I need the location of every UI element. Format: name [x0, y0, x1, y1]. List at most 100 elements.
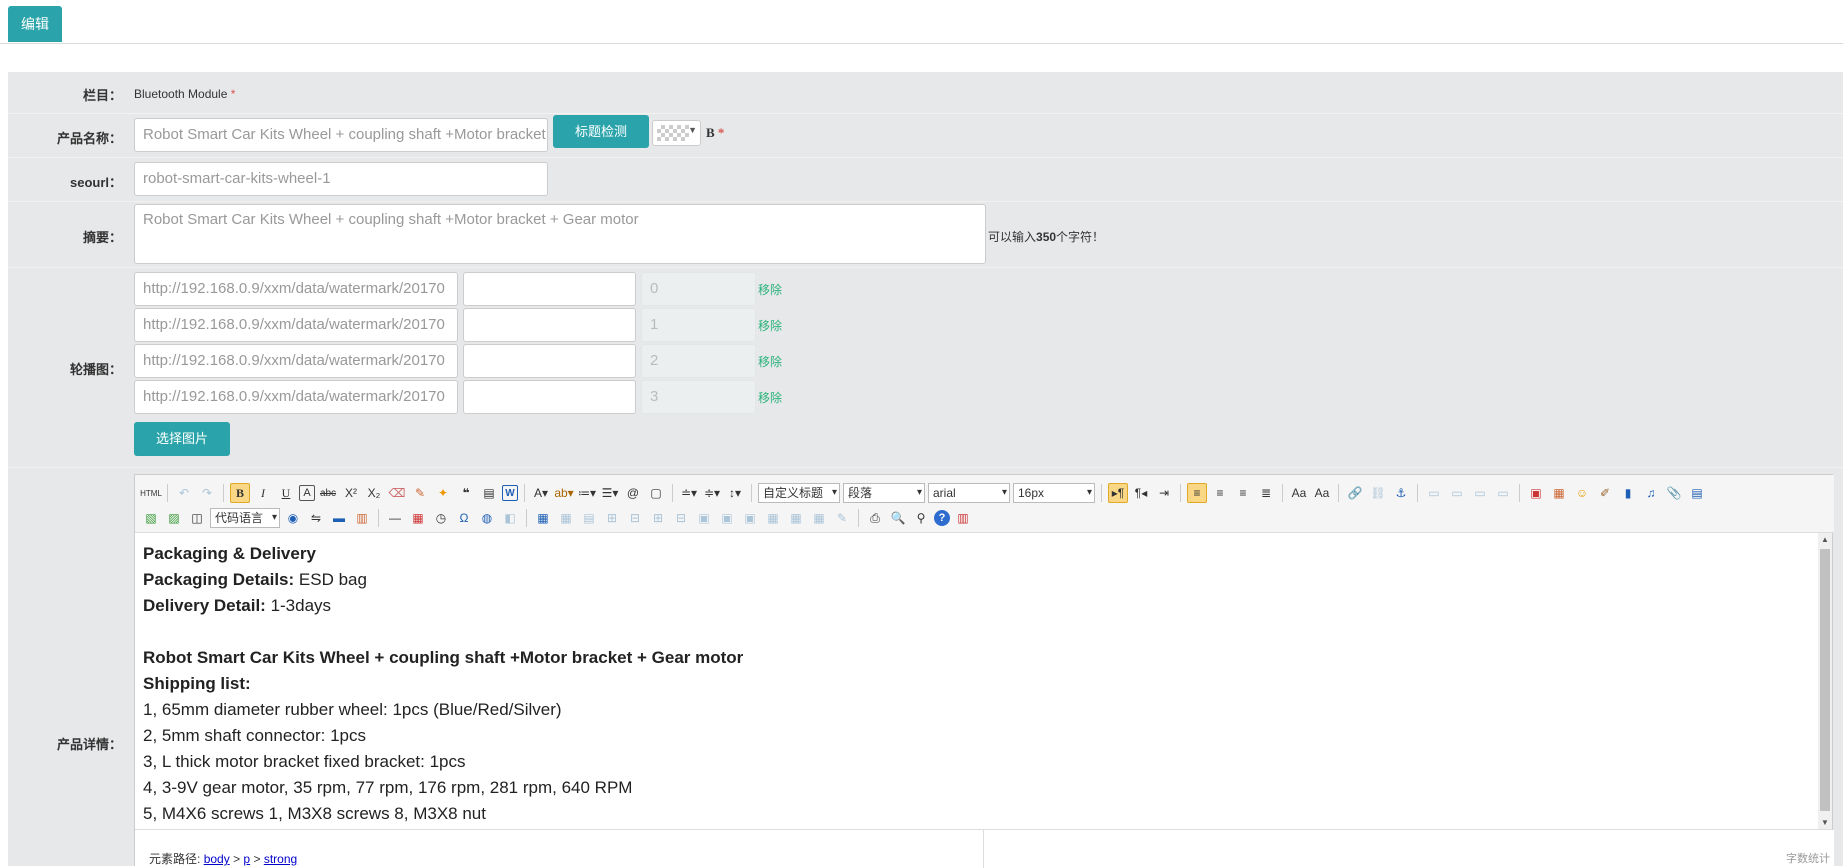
align-center-icon[interactable]: ≡ — [1210, 483, 1230, 503]
page-break-2-icon[interactable]: ⇋ — [306, 508, 326, 528]
link-icon[interactable]: 🔗 — [1345, 483, 1365, 503]
carousel-url-input[interactable]: http://192.168.0.9/xxm/data/watermark/20… — [134, 344, 458, 378]
word-image-icon[interactable]: W — [502, 485, 518, 501]
align-left-icon[interactable]: ≡ — [1187, 483, 1207, 503]
music-icon[interactable]: ♫ — [1641, 483, 1661, 503]
split-cells-icon[interactable]: ▦ — [763, 508, 783, 528]
background-color-icon[interactable]: ab▾ — [554, 483, 574, 503]
paragraph-select[interactable]: 段落 — [843, 483, 925, 503]
delete-table-icon[interactable]: ▦ — [556, 508, 576, 528]
title-color-picker[interactable]: ▼ — [652, 120, 701, 146]
insert-code-icon[interactable]: ▨ — [164, 508, 184, 528]
blockquote-icon[interactable]: ❝ — [456, 483, 476, 503]
path-link-p[interactable]: p — [243, 852, 250, 866]
merge-right-icon[interactable]: ▣ — [717, 508, 737, 528]
map-icon[interactable]: ▤ — [1687, 483, 1707, 503]
underline-icon[interactable]: U — [276, 483, 296, 503]
row-spacing-bottom-icon[interactable]: ≑▾ — [702, 483, 722, 503]
uppercase-icon[interactable]: Aa — [1289, 483, 1309, 503]
font-size-select[interactable]: 16px — [1013, 483, 1095, 503]
product-name-input[interactable]: Robot Smart Car Kits Wheel + coupling sh… — [134, 118, 548, 152]
scroll-up-icon[interactable]: ▲ — [1821, 535, 1829, 544]
merge-cells-icon[interactable]: ▣ — [694, 508, 714, 528]
background-icon[interactable]: ▬ — [329, 508, 349, 528]
title-bold-toggle[interactable]: B * — [706, 125, 724, 141]
video-icon[interactable]: ▮ — [1618, 483, 1638, 503]
ltr-direction-icon[interactable]: ▸¶ — [1108, 483, 1128, 503]
insert-table-icon[interactable]: ▦ — [533, 508, 553, 528]
unordered-list-icon[interactable]: ☰▾ — [600, 483, 620, 503]
image-center-icon[interactable]: ▭ — [1493, 483, 1513, 503]
align-right-icon[interactable]: ≡ — [1233, 483, 1253, 503]
delete-col-icon[interactable]: ⊟ — [671, 508, 691, 528]
italic-icon[interactable]: I — [253, 483, 273, 503]
special-chars-icon[interactable]: Ω — [454, 508, 474, 528]
clear-doc-icon[interactable]: ▢ — [646, 483, 666, 503]
multi-image-icon[interactable]: ▦ — [1549, 483, 1569, 503]
time-icon[interactable]: ◷ — [431, 508, 451, 528]
image-left-icon[interactable]: ▭ — [1447, 483, 1467, 503]
emotion-icon[interactable]: ☺ — [1572, 483, 1592, 503]
insert-row-icon[interactable]: ⊞ — [602, 508, 622, 528]
undo-icon[interactable]: ↶ — [174, 483, 194, 503]
table-props-icon[interactable]: ✎ — [832, 508, 852, 528]
tab-edit[interactable]: 编辑 — [8, 6, 62, 42]
rtl-direction-icon[interactable]: ¶◂ — [1131, 483, 1151, 503]
strikethrough-icon[interactable]: abc — [318, 483, 338, 503]
select-all-icon[interactable]: @ — [623, 483, 643, 503]
eraser-icon[interactable]: ⌫ — [387, 483, 407, 503]
scroll-down-icon[interactable]: ▼ — [1821, 818, 1829, 827]
date-icon[interactable]: ▦ — [408, 508, 428, 528]
format-painter-icon[interactable]: ✎ — [410, 483, 430, 503]
ordered-list-icon[interactable]: ≔▾ — [577, 483, 597, 503]
insert-col-icon[interactable]: ⊞ — [648, 508, 668, 528]
editor-content[interactable]: Packaging & Delivery Packaging Details: … — [143, 541, 1813, 823]
title-check-button[interactable]: 标题检测 — [553, 115, 649, 148]
preview-icon[interactable]: 🔍 — [888, 508, 908, 528]
auto-type-icon[interactable]: ✦ — [433, 483, 453, 503]
select-image-button[interactable]: 选择图片 — [134, 422, 230, 456]
search-replace-icon[interactable]: ⚲ — [911, 508, 931, 528]
custom-heading-select[interactable]: 自定义标题 — [758, 483, 840, 503]
web-app-icon[interactable]: ◉ — [283, 508, 303, 528]
code-language-select[interactable]: 代码语言 — [210, 508, 280, 528]
font-color-icon[interactable]: A▾ — [531, 483, 551, 503]
carousel-remove-link[interactable]: 移除 — [758, 353, 782, 370]
carousel-url-input[interactable]: http://192.168.0.9/xxm/data/watermark/20… — [134, 272, 458, 306]
template-icon[interactable]: ▥ — [352, 508, 372, 528]
unlink-icon[interactable]: ⛓ — [1368, 483, 1388, 503]
summary-textarea[interactable]: Robot Smart Car Kits Wheel + coupling sh… — [134, 204, 986, 264]
help-icon[interactable]: ? — [934, 510, 950, 526]
page-break-icon[interactable]: ◫ — [187, 508, 207, 528]
image-right-icon[interactable]: ▭ — [1470, 483, 1490, 503]
insert-paragraph-before-table-icon[interactable]: ▤ — [579, 508, 599, 528]
paste-text-icon[interactable]: ▤ — [479, 483, 499, 503]
carousel-remove-link[interactable]: 移除 — [758, 389, 782, 406]
align-justify-icon[interactable]: ≣ — [1256, 483, 1276, 503]
lowercase-icon[interactable]: Aa — [1312, 483, 1332, 503]
split-cols-icon[interactable]: ▦ — [809, 508, 829, 528]
line-height-icon[interactable]: ↕▾ — [725, 483, 745, 503]
anchor-icon[interactable]: ⚓ — [1391, 483, 1411, 503]
carousel-url-input[interactable]: http://192.168.0.9/xxm/data/watermark/20… — [134, 380, 458, 414]
image-icon[interactable]: ▣ — [1526, 483, 1546, 503]
indent-icon[interactable]: ⇥ — [1154, 483, 1174, 503]
merge-down-icon[interactable]: ▣ — [740, 508, 760, 528]
row-spacing-top-icon[interactable]: ≐▾ — [679, 483, 699, 503]
print-icon[interactable]: ⎙ — [865, 508, 885, 528]
split-rows-icon[interactable]: ▦ — [786, 508, 806, 528]
carousel-alt-input[interactable] — [463, 308, 636, 342]
image-none-icon[interactable]: ▭ — [1424, 483, 1444, 503]
snapscreen-icon[interactable]: ◧ — [500, 508, 520, 528]
redo-icon[interactable]: ↷ — [197, 483, 217, 503]
font-family-select[interactable]: arial — [928, 483, 1010, 503]
horizontal-rule-icon[interactable]: — — [385, 508, 405, 528]
carousel-alt-input[interactable] — [463, 344, 636, 378]
font-border-icon[interactable]: A — [299, 485, 315, 501]
carousel-remove-link[interactable]: 移除 — [758, 281, 782, 298]
superscript-icon[interactable]: X² — [341, 483, 361, 503]
bold-icon[interactable]: B — [230, 483, 250, 503]
scrollbar-thumb[interactable] — [1820, 549, 1830, 811]
subscript-icon[interactable]: X₂ — [364, 483, 384, 503]
path-link-strong[interactable]: strong — [264, 852, 297, 866]
